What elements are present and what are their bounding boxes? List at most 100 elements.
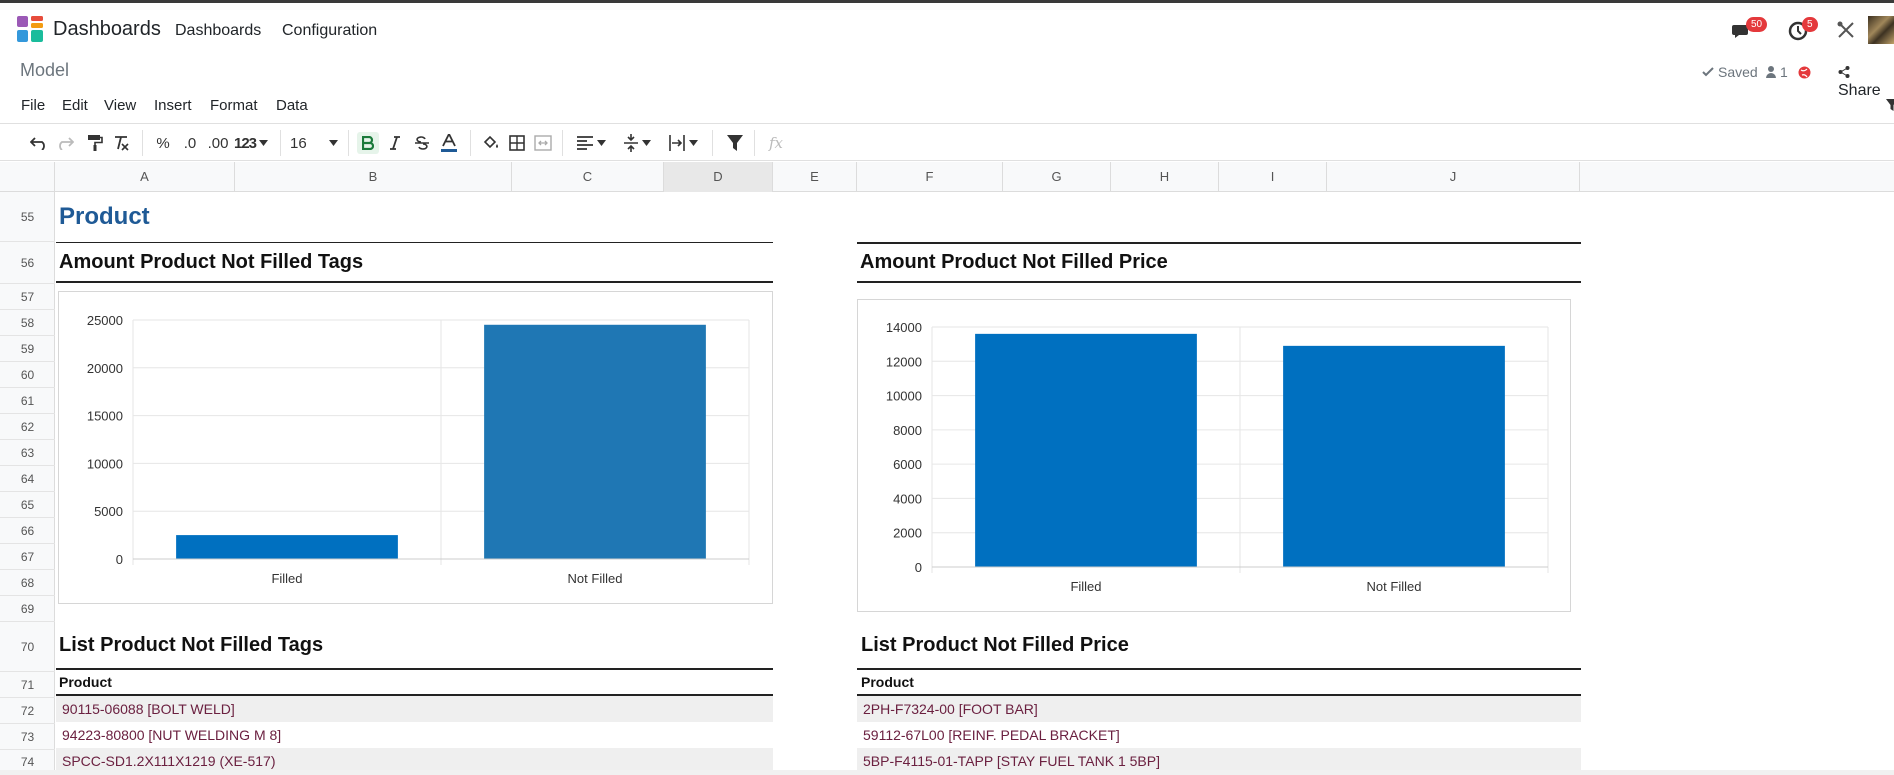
x-tick-label: Filled bbox=[1070, 579, 1101, 594]
column-header-h[interactable]: H bbox=[1111, 162, 1219, 192]
list-item[interactable]: 94223-80800 [NUT WELDING M 8] bbox=[56, 722, 773, 748]
menu-edit[interactable]: Edit bbox=[62, 97, 88, 114]
vertical-align-dropdown[interactable] bbox=[618, 132, 656, 154]
row-header[interactable]: 65 bbox=[0, 492, 55, 518]
y-tick-label: 25000 bbox=[87, 313, 123, 328]
column-header-a[interactable]: A bbox=[55, 162, 235, 192]
increase-decimal-button[interactable]: .00 bbox=[205, 132, 231, 154]
list-item[interactable]: 59112-67L00 [REINF. PEDAL BRACKET] bbox=[857, 722, 1581, 748]
column-header-j[interactable]: J bbox=[1327, 162, 1580, 192]
share-button[interactable]: Share bbox=[1838, 64, 1894, 100]
divider-line bbox=[857, 668, 1581, 670]
menu-format[interactable]: Format bbox=[210, 97, 258, 114]
dashboards-app-icon[interactable] bbox=[17, 16, 43, 42]
messages-systray[interactable]: 50 bbox=[1732, 15, 1772, 43]
column-header-i[interactable]: I bbox=[1219, 162, 1327, 192]
row-header[interactable]: 60 bbox=[0, 362, 55, 388]
row-header[interactable]: 66 bbox=[0, 518, 55, 544]
select-all-corner[interactable] bbox=[0, 162, 55, 192]
redo-button[interactable] bbox=[54, 132, 76, 154]
row-header[interactable]: 73 bbox=[0, 724, 55, 750]
text-wrapping-dropdown[interactable] bbox=[664, 132, 702, 154]
decrease-decimal-button[interactable]: .0 bbox=[179, 132, 201, 154]
share-icon bbox=[1838, 66, 1850, 78]
chevron-down-icon bbox=[259, 140, 269, 146]
column-header-e[interactable]: E bbox=[773, 162, 857, 192]
clear-format-button[interactable] bbox=[110, 132, 132, 154]
font-size-dropdown[interactable]: 16 bbox=[290, 132, 338, 154]
row-header[interactable]: 58 bbox=[0, 310, 55, 336]
list-item[interactable]: 90115-06088 [BOLT WELD] bbox=[56, 696, 773, 722]
merge-cells-icon bbox=[534, 135, 552, 151]
sheet-grid[interactable]: Product Amount Product Not Filled Tags A… bbox=[56, 192, 1894, 775]
row-header[interactable]: 72 bbox=[0, 698, 55, 724]
toolbar-separator bbox=[142, 130, 143, 156]
row-header[interactable]: 56 bbox=[0, 242, 55, 284]
navbar: Dashboards Dashboards Configuration 50 5 bbox=[0, 3, 1894, 53]
filter-button[interactable] bbox=[724, 132, 746, 154]
text-color-icon bbox=[441, 134, 457, 152]
activities-systray[interactable]: 5 bbox=[1788, 15, 1828, 43]
filter-icon-top[interactable] bbox=[1886, 99, 1894, 111]
strikethrough-button[interactable] bbox=[411, 132, 433, 154]
row-header[interactable]: 69 bbox=[0, 596, 55, 622]
list-item[interactable]: 2PH-F7324-00 [FOOT BAR] bbox=[857, 696, 1581, 722]
row-header[interactable]: 68 bbox=[0, 570, 55, 596]
globe-icon[interactable] bbox=[1798, 66, 1811, 79]
borders-button[interactable] bbox=[506, 132, 528, 154]
bold-button[interactable] bbox=[357, 132, 379, 154]
app-name[interactable]: Dashboards bbox=[53, 18, 161, 41]
column-header-d[interactable]: D bbox=[664, 162, 773, 192]
font-size-value: 16 bbox=[290, 134, 307, 152]
saved-label: Saved bbox=[1718, 64, 1758, 80]
row-header[interactable]: 63 bbox=[0, 440, 55, 466]
column-headers: A B C D E F G H I J bbox=[0, 162, 1894, 192]
tools-icon[interactable] bbox=[1836, 20, 1856, 40]
nav-menu-dashboards[interactable]: Dashboards bbox=[175, 22, 261, 40]
number-format-label: 123 bbox=[233, 134, 257, 152]
row-header[interactable]: 57 bbox=[0, 284, 55, 310]
row-header[interactable]: 61 bbox=[0, 388, 55, 414]
strikethrough-icon bbox=[415, 136, 429, 150]
spreadsheet-toolbar: % .0 .00 123 16 fx bbox=[0, 123, 1894, 161]
borders-icon bbox=[509, 135, 525, 151]
column-header-f[interactable]: F bbox=[857, 162, 1003, 192]
left-chart-title: Amount Product Not Filled Tags bbox=[59, 251, 364, 273]
right-chart-title: Amount Product Not Filled Price bbox=[860, 251, 1168, 273]
italic-button[interactable] bbox=[384, 132, 406, 154]
horizontal-align-dropdown[interactable] bbox=[572, 132, 610, 154]
row-header[interactable]: 64 bbox=[0, 466, 55, 492]
row-header[interactable]: 70 bbox=[0, 622, 55, 672]
column-header-b[interactable]: B bbox=[235, 162, 512, 192]
column-header-c[interactable]: C bbox=[512, 162, 664, 192]
text-color-button[interactable] bbox=[438, 132, 460, 154]
menu-file[interactable]: File bbox=[21, 97, 45, 114]
y-tick-label: 12000 bbox=[886, 354, 922, 369]
y-tick-label: 10000 bbox=[886, 389, 922, 404]
row-header[interactable]: 55 bbox=[0, 192, 55, 242]
menu-view[interactable]: View bbox=[104, 97, 136, 114]
toolbar-separator bbox=[712, 130, 713, 156]
column-header-g[interactable]: G bbox=[1003, 162, 1111, 192]
row-header[interactable]: 71 bbox=[0, 672, 55, 698]
chart-tags[interactable]: 0 5000 10000 15000 20000 25000 Filled Not Fille… bbox=[58, 291, 773, 604]
row-header[interactable]: 59 bbox=[0, 336, 55, 362]
undo-button[interactable] bbox=[28, 132, 50, 154]
chart-price[interactable]: 0 2000 4000 6000 8000 10000 12000 14000 Filled No… bbox=[857, 299, 1571, 612]
number-format-dropdown[interactable]: 123 bbox=[233, 132, 269, 154]
merge-cells-button[interactable] bbox=[532, 132, 554, 154]
breadcrumb[interactable]: Model bbox=[20, 60, 69, 81]
format-percent-button[interactable]: % bbox=[152, 132, 174, 154]
user-avatar[interactable] bbox=[1868, 16, 1894, 44]
nav-menu-configuration[interactable]: Configuration bbox=[282, 22, 377, 40]
paint-format-button[interactable] bbox=[84, 132, 106, 154]
row-header[interactable]: 67 bbox=[0, 544, 55, 570]
y-tick-label: 2000 bbox=[893, 526, 922, 541]
menu-insert[interactable]: Insert bbox=[154, 97, 192, 114]
formula-input[interactable] bbox=[790, 128, 1890, 158]
activities-badge: 5 bbox=[1802, 17, 1818, 32]
menu-data[interactable]: Data bbox=[276, 97, 308, 114]
row-header[interactable]: 62 bbox=[0, 414, 55, 440]
fill-color-button[interactable] bbox=[480, 132, 502, 154]
horizontal-scrollbar[interactable] bbox=[0, 770, 1894, 775]
